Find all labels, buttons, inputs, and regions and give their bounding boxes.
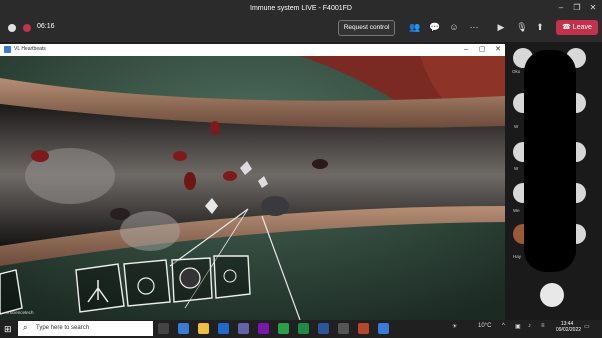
close-icon[interactable]: ✕ bbox=[586, 2, 600, 14]
chrome-icon[interactable] bbox=[278, 323, 289, 334]
search-placeholder: Type here to search bbox=[36, 325, 90, 331]
app-icon bbox=[4, 46, 11, 53]
red-blood-cell bbox=[312, 159, 328, 169]
camera-icon[interactable]: ▶ bbox=[494, 20, 508, 34]
self-video-avatar bbox=[540, 283, 564, 307]
more-options-icon[interactable]: ⋯ bbox=[467, 20, 481, 34]
watermark: vrsciencetech bbox=[6, 310, 34, 315]
shared-window-title: VL Heartbeats bbox=[14, 46, 46, 52]
app-icon[interactable] bbox=[338, 323, 349, 334]
powerpoint-icon[interactable] bbox=[358, 323, 369, 334]
app-icon[interactable] bbox=[178, 323, 189, 334]
menu-panel-cell bbox=[123, 259, 171, 307]
red-blood-cell bbox=[110, 208, 130, 220]
menu-panel-lungs bbox=[75, 263, 125, 313]
share-icon[interactable]: ⬆ bbox=[533, 20, 547, 34]
onenote-icon[interactable] bbox=[258, 323, 269, 334]
participant-name: W bbox=[514, 124, 519, 129]
meeting-timer: 06:16 bbox=[37, 23, 55, 30]
leave-button[interactable]: ☎ Leave bbox=[556, 20, 598, 35]
notifications-icon[interactable]: ▭ bbox=[584, 323, 590, 330]
microphone-icon[interactable]: 🎙 bbox=[515, 20, 529, 34]
app-icon[interactable] bbox=[378, 323, 389, 334]
red-blood-cell bbox=[210, 121, 220, 135]
task-view-icon[interactable] bbox=[158, 323, 169, 334]
tray-chevron-icon[interactable]: ^ bbox=[502, 323, 505, 329]
participant-name: Oko bbox=[512, 69, 521, 74]
request-control-button[interactable]: Request control bbox=[338, 20, 395, 36]
red-blood-cell bbox=[184, 172, 196, 190]
teams-icon[interactable] bbox=[238, 323, 249, 334]
mail-icon[interactable] bbox=[218, 323, 229, 334]
weather-temperature: 10°C bbox=[478, 323, 492, 329]
menu-panel-molecule bbox=[213, 255, 251, 299]
shared-close-icon: ✕ bbox=[495, 46, 501, 53]
weather-icon[interactable]: ☀ bbox=[452, 323, 457, 330]
participants-icon[interactable]: 👥 bbox=[408, 20, 422, 34]
participant-name: Hay bbox=[513, 254, 522, 259]
participant-name: W bbox=[514, 166, 519, 171]
maximize-icon[interactable]: ❐ bbox=[570, 2, 584, 14]
reactions-icon[interactable]: ☺ bbox=[447, 20, 461, 34]
blood-vessel-scene bbox=[0, 56, 505, 320]
shared-window-titlebar bbox=[0, 44, 505, 56]
redaction-overlay bbox=[524, 50, 576, 272]
clock-date: 09/02/2022 bbox=[556, 327, 582, 333]
red-blood-cell bbox=[223, 171, 237, 181]
word-icon[interactable] bbox=[318, 323, 329, 334]
red-blood-cell bbox=[173, 151, 187, 161]
file-explorer-icon[interactable] bbox=[198, 323, 209, 334]
windows-start-icon[interactable]: ⊞ bbox=[4, 324, 14, 334]
language-icon[interactable]: ≡ bbox=[541, 323, 545, 329]
excel-icon[interactable] bbox=[298, 323, 309, 334]
recording-icon bbox=[23, 24, 31, 32]
window-title: Immune system LIVE - F4001FD bbox=[250, 5, 352, 12]
chat-icon[interactable]: 💬 bbox=[428, 20, 442, 34]
volume-icon[interactable]: ♪ bbox=[528, 323, 531, 329]
taskbar-clock[interactable]: 13:44 09/02/2022 bbox=[556, 321, 582, 333]
shared-minimize-icon: – bbox=[464, 46, 468, 53]
red-blood-cell bbox=[31, 150, 49, 162]
minimize-icon[interactable]: – bbox=[554, 2, 568, 14]
participant-name: We bbox=[513, 208, 520, 213]
shared-maximize-icon: ▢ bbox=[478, 46, 486, 53]
search-icon: ⌕ bbox=[23, 323, 28, 332]
network-icon[interactable]: ▣ bbox=[515, 323, 521, 330]
virus-icon bbox=[179, 267, 201, 289]
shield-icon bbox=[8, 24, 16, 32]
white-blood-cell-2 bbox=[120, 211, 180, 251]
pathogen bbox=[261, 196, 289, 216]
leave-label: Leave bbox=[572, 24, 592, 31]
